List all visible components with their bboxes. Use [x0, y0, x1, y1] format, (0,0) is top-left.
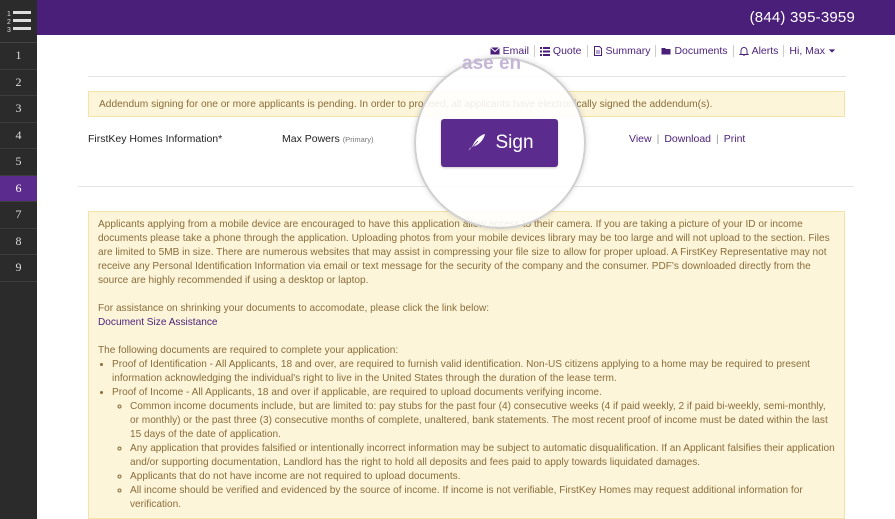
summary-link[interactable]: Summary	[588, 45, 657, 57]
bell-icon	[738, 47, 749, 56]
step-6-active[interactable]: 6	[0, 175, 37, 202]
income-sublist: Common income documents include, but are…	[130, 400, 835, 512]
phone-number[interactable]: (844) 395-3959	[750, 9, 855, 26]
step-sidebar: 1 2 3 1 2 3 4 5 6 7 8 9	[0, 0, 37, 519]
required-intro: The following documents are required to …	[98, 345, 399, 356]
folder-icon	[661, 48, 671, 55]
header-bar: (844) 395-3959	[37, 0, 895, 35]
download-link[interactable]: Download	[664, 133, 711, 145]
print-link[interactable]: Print	[724, 133, 746, 145]
income-requirement: Proof of Income - All Applicants, 18 and…	[112, 386, 835, 512]
document-requirements-notice: Applicants applying from a mobile device…	[88, 211, 845, 519]
step-5[interactable]: 5	[0, 149, 37, 176]
documents-link[interactable]: Documents	[656, 45, 734, 57]
feather-icon	[468, 134, 486, 153]
svg-text:3: 3	[7, 27, 11, 34]
document-name: FirstKey Homes Information*	[88, 133, 223, 145]
caret-down-icon	[828, 49, 836, 53]
income-docs-item: Common income documents include, but are…	[130, 400, 835, 442]
requirements-list: Proof of Identification - All Applicants…	[112, 358, 835, 512]
alerts-label: Alerts	[751, 45, 779, 57]
background-title: ase en	[462, 53, 522, 74]
applicant-role: (Primary)	[342, 135, 374, 144]
document-actions: View | Download | Print	[629, 133, 746, 145]
svg-text:2: 2	[7, 19, 11, 26]
sign-label: Sign	[495, 132, 534, 153]
svg-text:1: 1	[7, 11, 11, 18]
user-menu[interactable]: Hi, Max	[784, 45, 841, 57]
step-1[interactable]: 1	[0, 43, 37, 70]
identification-requirement: Proof of Identification - All Applicants…	[112, 358, 835, 386]
step-7[interactable]: 7	[0, 202, 37, 229]
numbered-list-icon[interactable]: 1 2 3	[0, 0, 37, 43]
applicant-name: Max Powers	[282, 133, 340, 145]
falsified-item: Any application that provides falsified …	[130, 442, 835, 470]
step-4[interactable]: 4	[0, 123, 37, 149]
alerts-link[interactable]: Alerts	[734, 45, 785, 57]
list-icon	[539, 47, 550, 56]
income-requirement-text: Proof of Income - All Applicants, 18 and…	[112, 387, 602, 398]
step-9[interactable]: 9	[0, 255, 37, 282]
view-link[interactable]: View	[629, 133, 652, 145]
quote-label: Quote	[552, 45, 582, 57]
step-2[interactable]: 2	[0, 70, 37, 96]
documents-label: Documents	[674, 45, 728, 57]
verified-item: All income should be verified and eviden…	[130, 484, 835, 512]
sign-button[interactable]: Sign	[441, 119, 558, 167]
document-size-assistance-link[interactable]: Document Size Assistance	[98, 317, 218, 328]
applicant-cell: Max Powers (Primary)	[282, 133, 374, 145]
user-greeting: Hi, Max	[789, 45, 825, 57]
step-8[interactable]: 8	[0, 229, 37, 255]
assist-text: For assistance on shrinking your documen…	[98, 303, 490, 314]
quote-link[interactable]: Quote	[535, 45, 588, 57]
step-3[interactable]: 3	[0, 96, 37, 123]
document-icon	[593, 46, 602, 56]
mobile-notice: Applicants applying from a mobile device…	[98, 219, 830, 286]
summary-label: Summary	[605, 45, 651, 57]
no-income-item: Applicants that do not have income are n…	[130, 470, 835, 484]
